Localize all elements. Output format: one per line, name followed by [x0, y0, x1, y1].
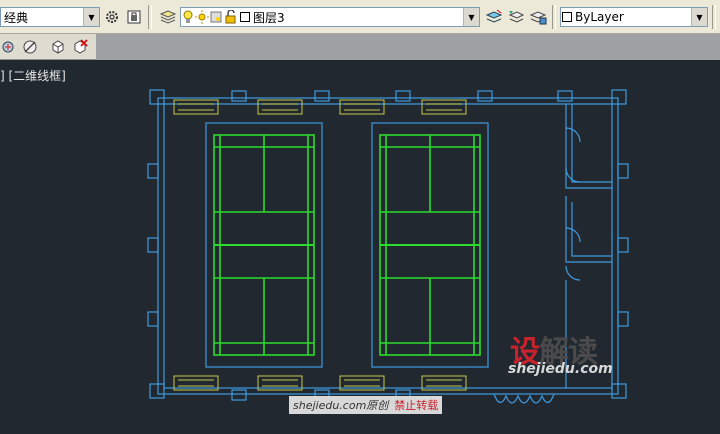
toolbar-lock-icon[interactable]: [124, 7, 144, 27]
viewport-freeze-icon[interactable]: [209, 11, 223, 23]
gear-icon[interactable]: [102, 7, 122, 27]
bulb-icon[interactable]: [181, 10, 195, 24]
delete-layer-icon[interactable]: [70, 37, 90, 57]
room-wall: [565, 196, 612, 263]
layer-off-icon[interactable]: [20, 37, 40, 57]
column: [477, 90, 493, 102]
top-toolbar: 经典 ▼ 图层3 ▼ ByLayer ▼: [0, 0, 720, 34]
secondary-toolbar: [0, 34, 720, 60]
bench: [339, 99, 385, 115]
chevron-down-icon[interactable]: ▼: [83, 8, 99, 26]
layer-previous-icon[interactable]: [506, 7, 526, 27]
room-wall: [571, 202, 612, 257]
bench: [257, 99, 303, 115]
layer-value: 图层3: [253, 10, 285, 25]
column: [557, 90, 573, 102]
entrance-doors: [493, 393, 555, 404]
watermark-site: shejiedu.com: [508, 361, 613, 377]
layer-state-icon[interactable]: [528, 7, 548, 27]
court-right: [379, 134, 481, 356]
toolbar-separator: [712, 5, 716, 29]
layer-properties-icon[interactable]: [158, 7, 178, 27]
column: [231, 389, 247, 401]
toolbar-separator: [552, 5, 556, 29]
column: [617, 163, 629, 179]
bench: [173, 99, 219, 115]
watermark-notice-ban: 禁止转载: [394, 399, 439, 412]
column: [231, 90, 247, 102]
toolbar-empty-area: [96, 34, 720, 60]
column: [617, 311, 629, 327]
column: [611, 89, 627, 105]
color-swatch: [562, 12, 572, 22]
workspace-value: 经典: [4, 10, 29, 25]
column: [147, 163, 159, 179]
layer-dropdown[interactable]: 图层3 ▼: [180, 7, 480, 27]
room-wall: [571, 104, 612, 183]
toolbar-separator: [148, 5, 152, 29]
column: [149, 383, 165, 399]
column: [147, 311, 159, 327]
color-dropdown[interactable]: ByLayer ▼: [560, 7, 708, 27]
column: [395, 90, 411, 102]
chevron-down-icon[interactable]: ▼: [691, 8, 707, 26]
make-current-icon[interactable]: [484, 7, 504, 27]
column: [147, 237, 159, 253]
column: [149, 89, 165, 105]
layer-walk-icon[interactable]: [0, 37, 20, 57]
sun-icon[interactable]: [195, 10, 209, 24]
column: [611, 383, 627, 399]
door-swing: [565, 265, 581, 281]
column: [314, 90, 330, 102]
isolate-object-icon[interactable]: [48, 37, 68, 57]
door-swing: [565, 227, 581, 243]
drawing-canvas[interactable]: [0, 60, 720, 434]
door-swing: [565, 167, 581, 183]
door-swing: [565, 127, 581, 143]
padlock-open-icon[interactable]: [223, 10, 239, 24]
color-value: ByLayer: [575, 10, 624, 24]
court-left: [213, 134, 315, 356]
room-wall: [565, 104, 612, 189]
chevron-down-icon[interactable]: ▼: [463, 8, 479, 26]
watermark-notice-site: shejiedu.com原创: [293, 399, 389, 412]
watermark-notice: shejiedu.com原创 禁止转载: [289, 396, 443, 414]
bench: [421, 99, 467, 115]
column: [617, 237, 629, 253]
layer-color-swatch: [240, 12, 250, 22]
workspace-dropdown[interactable]: 经典 ▼: [0, 7, 100, 27]
